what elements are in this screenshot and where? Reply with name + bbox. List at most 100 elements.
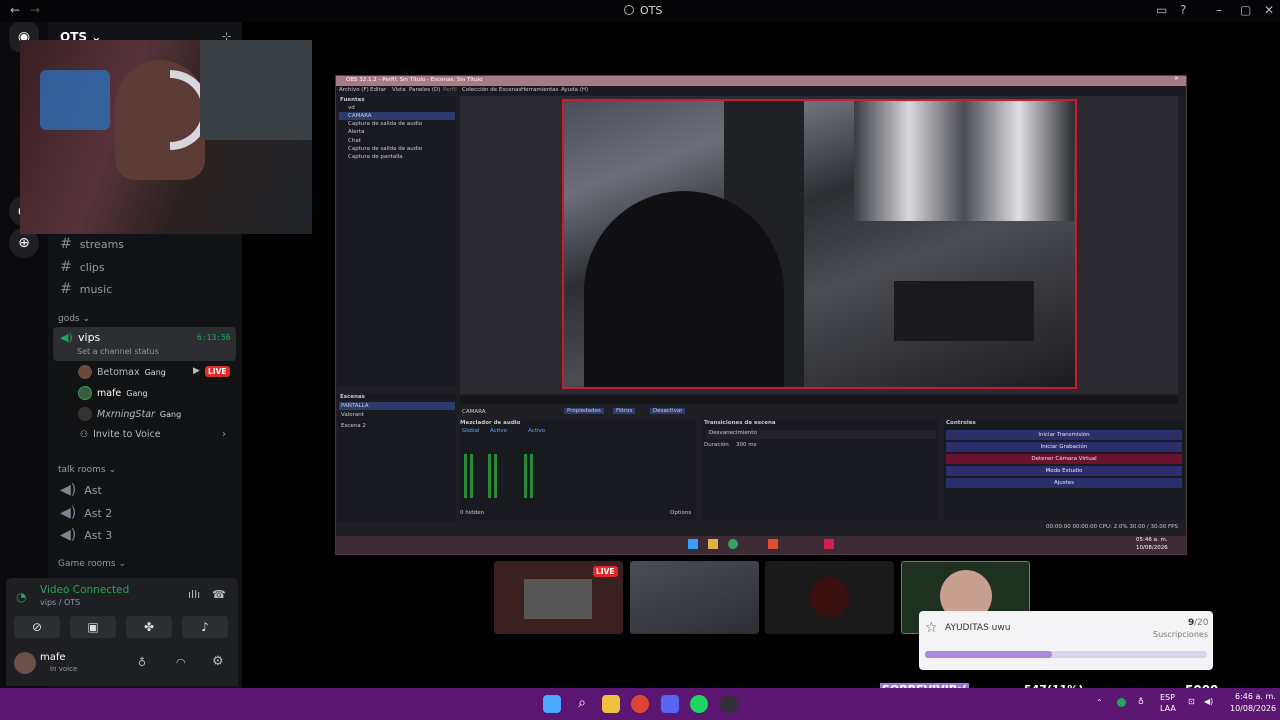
mixer-tab[interactable]: Activo (490, 428, 507, 434)
channel-clips[interactable]: # clips (60, 259, 105, 275)
obs-close-icon[interactable]: ✕ (1174, 76, 1179, 82)
mixer-tab[interactable]: Global (462, 428, 480, 434)
stream-thumbnail-3[interactable] (765, 561, 894, 634)
voice-member-mxrningstar[interactable]: MxrningStar Gang (78, 407, 181, 421)
settings-button[interactable]: Ajustes (946, 478, 1182, 488)
disable-button[interactable]: Desactivar (650, 408, 686, 414)
screen-share-button[interactable]: ▣ (70, 616, 116, 638)
windows-taskbar: ⌕ ⌃ ♁ ESP LAA ⊡ ◀) 6:46 a. m. 10/08/2026 (0, 688, 1280, 720)
gang-tag: Gang (159, 409, 182, 419)
source-item[interactable]: Captura de salida de audio (348, 121, 422, 127)
channel-streams[interactable]: # streams (60, 236, 124, 252)
menu-coleccion[interactable]: Colección de Escenas (462, 87, 521, 93)
obs-menubar: Archivo (F) Editar Vista Paneles (D) Per… (336, 86, 1186, 95)
scene-item[interactable]: PANTALLA (341, 403, 369, 409)
user-name[interactable]: mafe (40, 652, 66, 663)
channel-status-hint[interactable]: Set a channel status (77, 347, 159, 356)
vips-label: vips (78, 331, 101, 344)
studio-mode-button[interactable]: Modo Estudio (946, 466, 1182, 476)
source-item[interactable]: Captura de pantalla (348, 154, 403, 160)
forward-arrow-icon[interactable]: → (30, 3, 40, 17)
mixer-options[interactable]: Options (670, 510, 691, 516)
voice-channel-ast-3[interactable]: ◀) Ast 3 (60, 527, 112, 543)
user-avatar[interactable] (14, 652, 36, 674)
volume-meter (470, 454, 473, 498)
channel-music[interactable]: # music (60, 281, 112, 297)
tray-chevron-icon[interactable]: ⌃ (1096, 698, 1103, 707)
disconnect-icon[interactable]: ☎ (212, 588, 226, 601)
noise-suppression-icon[interactable]: ıllı (188, 588, 200, 601)
soundboard-button[interactable]: ♪ (182, 616, 228, 638)
voice-member-mafe[interactable]: mafe Gang (78, 386, 148, 400)
mixer-tab[interactable]: Activo (528, 428, 545, 434)
status-dot-icon (1117, 698, 1126, 707)
start-recording-button[interactable]: Iniciar Grabación (946, 442, 1182, 452)
network-icon[interactable]: ⊡ (1188, 697, 1195, 706)
inbox-icon[interactable]: ▭ (1156, 3, 1167, 17)
menu-archivo[interactable]: Archivo (F) (339, 87, 369, 93)
obs-icon[interactable] (720, 695, 738, 713)
folder-icon (708, 539, 718, 549)
voice-channel-ast[interactable]: ◀) Ast (60, 482, 102, 498)
window-title: OTS (640, 4, 663, 17)
source-item[interactable]: Alerta (348, 129, 364, 135)
category-game-rooms[interactable]: Game rooms ⌄ (58, 559, 126, 569)
headphones-icon[interactable]: ◠ (176, 656, 186, 669)
menu-vista[interactable]: Vista (392, 87, 406, 93)
properties-button[interactable]: Propiedades (564, 408, 604, 414)
stream-thumbnail-1[interactable]: LIVE (494, 561, 623, 634)
obs-inner-clock: 05:46 a. m. (1136, 537, 1168, 543)
keyboard-layout[interactable]: LAA (1160, 704, 1176, 713)
invite-to-voice[interactable]: ⚇ Invite to Voice (80, 429, 161, 440)
close-icon[interactable]: ✕ (1264, 3, 1274, 17)
stop-virtual-camera-button[interactable]: Detener Cámara Virtual (946, 454, 1182, 464)
duration-value[interactable]: 300 ms (736, 442, 756, 448)
help-icon[interactable]: ? (1180, 3, 1186, 17)
maximize-icon[interactable]: ▢ (1240, 3, 1251, 17)
avatar (809, 577, 849, 617)
stream-thumbnail-2[interactable] (630, 561, 759, 634)
volume-icon[interactable]: ◀) (1204, 697, 1213, 706)
menu-paneles[interactable]: Paneles (D) (409, 87, 440, 93)
microphone-icon[interactable]: ♁ (138, 656, 146, 669)
keyboard-lang[interactable]: ESP (1160, 693, 1175, 702)
voice-location[interactable]: vips / OTS (40, 598, 80, 607)
source-item[interactable]: CAMARA (348, 113, 371, 119)
back-arrow-icon[interactable]: ← (10, 3, 20, 17)
windows-start-icon[interactable] (543, 695, 561, 713)
voice-member-betomax[interactable]: Betomax Gang (78, 365, 166, 379)
spotify-icon[interactable] (690, 695, 708, 713)
obs-preview[interactable] (460, 96, 1178, 394)
chrome-icon[interactable] (631, 695, 649, 713)
taskbar-date[interactable]: 10/08/2026 (1230, 704, 1276, 713)
tray-mic-icon[interactable]: ♁ (1138, 697, 1144, 706)
source-item[interactable]: vd (348, 105, 355, 111)
search-icon[interactable]: ⌕ (573, 695, 591, 713)
voice-status[interactable]: Video Connected (40, 584, 129, 596)
source-item[interactable]: Chat (348, 138, 361, 144)
hash-icon: # (60, 259, 72, 275)
minimize-icon[interactable]: – (1216, 3, 1222, 17)
transition-select[interactable]: Desvanecimiento (706, 430, 936, 439)
activities-button[interactable]: ✤ (126, 616, 172, 638)
discord-icon[interactable] (661, 695, 679, 713)
menu-editar[interactable]: Editar (370, 87, 386, 93)
menu-ayuda[interactable]: Ayuda (H) (561, 87, 588, 93)
file-explorer-icon[interactable] (602, 695, 620, 713)
speaker-icon: ◀) (60, 527, 77, 543)
category-talk-rooms[interactable]: talk rooms ⌄ (58, 465, 116, 475)
scene-item[interactable]: Valorant (341, 412, 364, 418)
obs-scenes-panel: Escenas PANTALLA Valorant Escena 2 (338, 394, 456, 522)
menu-herramientas[interactable]: Herramientas (521, 87, 558, 93)
scene-item[interactable]: Escena 2 (341, 423, 366, 429)
filters-button[interactable]: Filtros (613, 408, 636, 414)
start-stream-button[interactable]: Iniciar Transmisión (946, 430, 1182, 440)
category-gods[interactable]: gods ⌄ (58, 314, 90, 324)
source-item[interactable]: Captura de salida de audio (348, 146, 422, 152)
camera-preview[interactable] (562, 99, 1077, 389)
taskbar-time[interactable]: 6:46 a. m. (1235, 692, 1276, 701)
menu-perfil[interactable]: Perfil (443, 87, 457, 93)
camera-off-button[interactable]: ⊘ (14, 616, 60, 638)
settings-gear-icon[interactable]: ⚙ (212, 654, 224, 669)
voice-channel-ast-2[interactable]: ◀) Ast 2 (60, 505, 112, 521)
